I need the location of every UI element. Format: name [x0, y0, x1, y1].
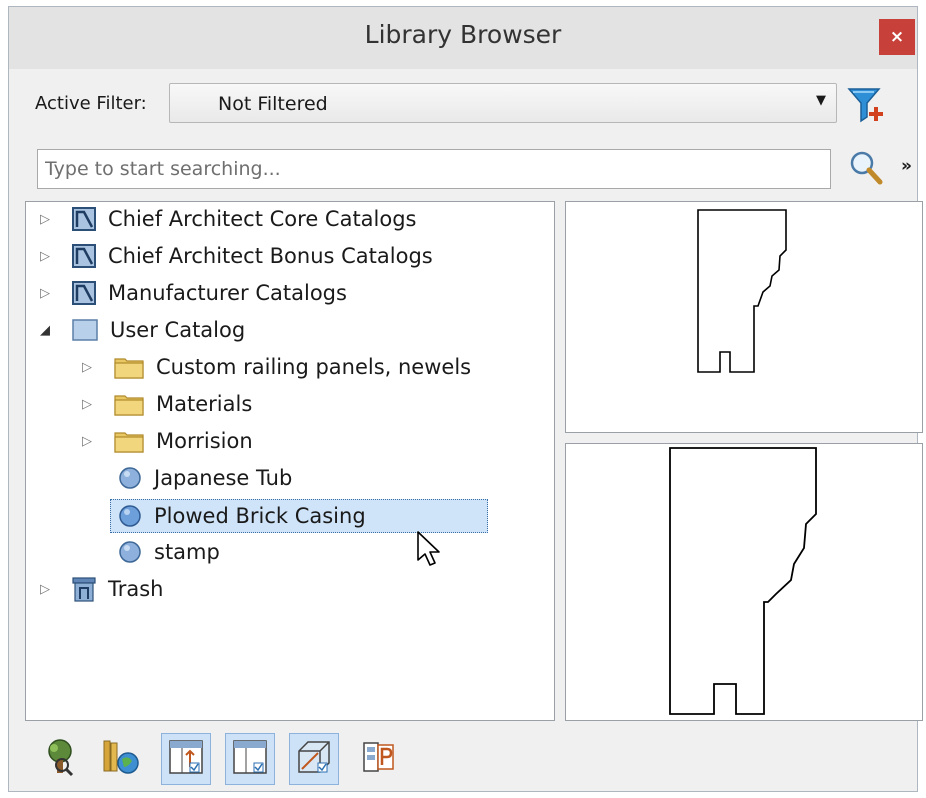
active-filter-label: Active Filter: — [35, 93, 147, 114]
expand-icon[interactable]: ▷ — [82, 397, 98, 412]
preview-bottom-icon — [232, 739, 268, 779]
mouse-cursor-icon — [416, 530, 444, 573]
chevron-down-icon: ▼ — [816, 93, 826, 108]
close-button[interactable]: × — [879, 19, 915, 55]
active-filter-value: Not Filtered — [218, 93, 328, 115]
item-icon — [118, 504, 142, 528]
tree-item-label: Trash — [108, 577, 164, 601]
tree-item-morrision[interactable]: ▷ Morrision — [82, 426, 253, 456]
tree-item-plowed-brick-casing[interactable]: Plowed Brick Casing — [110, 499, 488, 533]
expand-icon[interactable]: ▷ — [82, 434, 98, 449]
tree-item-label: stamp — [154, 540, 220, 564]
add-filter-icon[interactable] — [845, 83, 889, 127]
expand-icon[interactable]: ▷ — [40, 582, 56, 597]
catalog-icon — [72, 244, 96, 268]
3d-view-preview[interactable] — [565, 443, 923, 721]
folder-icon — [114, 355, 144, 379]
collapse-icon[interactable]: ◢ — [40, 323, 56, 338]
3d-preview-toggle[interactable] — [289, 733, 339, 785]
item-icon — [118, 466, 142, 490]
tree-item-materials[interactable]: ▷ Materials — [82, 389, 252, 419]
tree-item-label: User Catalog — [110, 318, 246, 342]
preview-bottom-toggle[interactable] — [225, 733, 275, 785]
catalog-icon — [72, 207, 96, 231]
tree-item-label: Japanese Tub — [154, 466, 293, 490]
library-web-button[interactable] — [95, 733, 145, 785]
tree-item-custom-railing-panels[interactable]: ▷ Custom railing panels, newels — [82, 352, 471, 382]
active-filter-dropdown[interactable]: Not Filtered ▼ — [169, 83, 837, 123]
expand-icon[interactable]: ▷ — [40, 286, 56, 301]
window-title: Library Browser — [364, 20, 562, 49]
tree-item-label: Chief Architect Bonus Catalogs — [108, 244, 433, 268]
folder-icon — [114, 392, 144, 416]
library-web-icon — [100, 737, 140, 781]
expand-icon[interactable]: ▷ — [40, 249, 56, 264]
user-catalog-icon — [72, 318, 98, 342]
library-browser-window: Library Browser × Active Filter: Not Fil… — [8, 6, 923, 792]
tree-item-manufacturer-catalogs[interactable]: ▷ Manufacturer Catalogs — [40, 278, 347, 308]
folder-icon — [114, 429, 144, 453]
tree-item-label: Custom railing panels, newels — [156, 355, 472, 379]
more-options-icon[interactable]: » — [901, 156, 912, 176]
tree-item-label: Manufacturer Catalogs — [108, 281, 347, 305]
tree-item-core-catalogs[interactable]: ▷ Chief Architect Core Catalogs — [40, 204, 417, 234]
item-icon — [118, 540, 142, 564]
expand-icon[interactable]: ▷ — [40, 212, 56, 227]
tree-item-label: Plowed Brick Casing — [154, 504, 366, 528]
tree-item-user-catalog[interactable]: ◢ User Catalog — [40, 315, 245, 345]
preview-top-icon — [168, 739, 204, 779]
trash-icon — [72, 576, 96, 602]
tree-view-button[interactable] — [35, 733, 85, 785]
tree-item-bonus-catalogs[interactable]: ▷ Chief Architect Bonus Catalogs — [40, 241, 433, 271]
expand-icon[interactable]: ▷ — [82, 360, 98, 375]
tree-view-icon — [40, 737, 80, 781]
tree-item-label: Materials — [156, 392, 253, 416]
properties-button[interactable] — [353, 733, 403, 785]
title-bar[interactable]: Library Browser × — [9, 7, 917, 69]
catalog-icon — [72, 281, 96, 305]
3d-preview-icon — [296, 739, 332, 779]
tree-item-trash[interactable]: ▷ Trash — [40, 574, 164, 604]
preview-top-toggle[interactable] — [161, 733, 211, 785]
tree-item-japanese-tub[interactable]: Japanese Tub — [118, 463, 292, 493]
tree-item-label: Morrision — [156, 429, 253, 453]
tree-item-stamp[interactable]: stamp — [118, 537, 220, 567]
plan-view-preview[interactable] — [565, 201, 923, 433]
library-tree[interactable]: ▷ Chief Architect Core Catalogs ▷ Chief … — [25, 201, 555, 721]
search-input[interactable] — [37, 149, 831, 189]
properties-icon — [360, 739, 396, 779]
tree-item-label: Chief Architect Core Catalogs — [108, 207, 417, 231]
search-icon[interactable] — [847, 149, 885, 187]
